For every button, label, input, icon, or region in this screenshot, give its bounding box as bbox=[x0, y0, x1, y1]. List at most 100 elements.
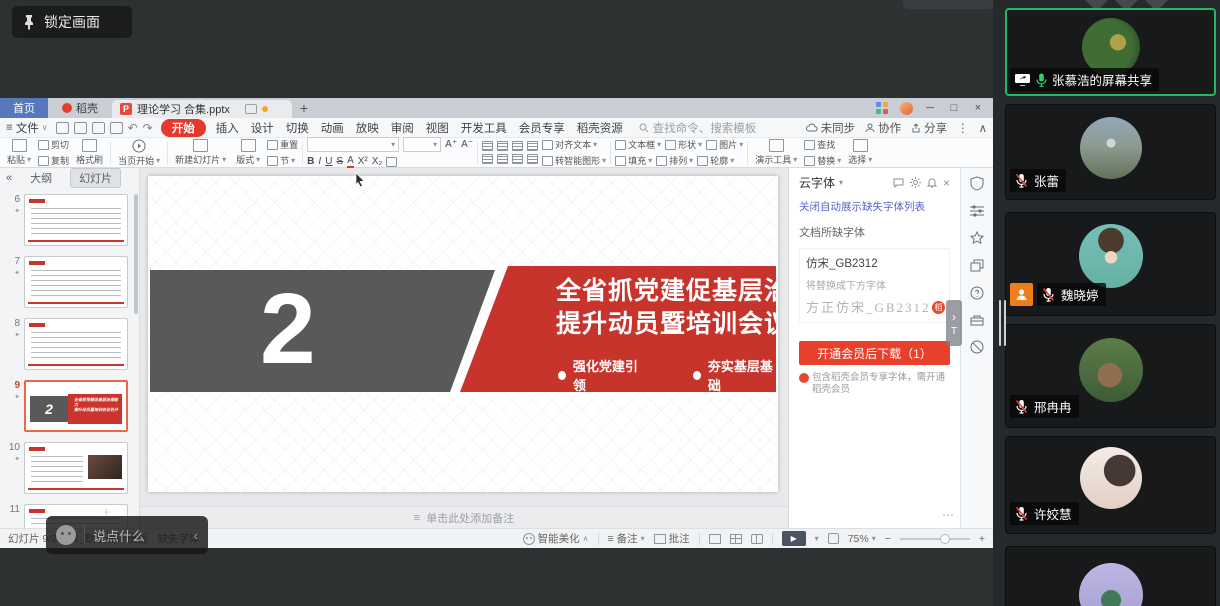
zoom-in-button[interactable]: + bbox=[979, 533, 985, 545]
select-button[interactable]: 选择▾ bbox=[845, 139, 875, 166]
collapse-panel-icon[interactable]: « bbox=[6, 172, 12, 184]
underline-button[interactable]: U bbox=[325, 156, 332, 167]
outline-button[interactable]: 轮廓▾ bbox=[697, 154, 734, 167]
slide-thumbnail-10[interactable]: 10✦ bbox=[4, 442, 129, 494]
apps-grid-icon[interactable] bbox=[871, 99, 893, 117]
shield-icon[interactable] bbox=[970, 176, 984, 191]
find-button[interactable]: 查找 bbox=[804, 138, 841, 151]
decrease-font-button[interactable]: A⁻ bbox=[461, 139, 473, 150]
font-color-button[interactable]: A bbox=[347, 155, 354, 168]
textbox-button[interactable]: 文本框▾ bbox=[615, 138, 661, 151]
align-center-icon[interactable] bbox=[497, 154, 508, 164]
zoom-out-button[interactable]: − bbox=[885, 533, 891, 545]
align-text-button[interactable]: 对齐文本▾ bbox=[542, 138, 606, 151]
toolbox-icon[interactable] bbox=[970, 314, 984, 326]
slideshow-play-button[interactable]: ▶ bbox=[782, 531, 806, 546]
format-painter-button[interactable]: 格式刷 bbox=[73, 139, 106, 166]
file-menu[interactable]: ≡ 文件 ∨ bbox=[6, 120, 48, 136]
smart-graphic-button[interactable]: 转智能图形▾ bbox=[542, 154, 606, 167]
new-slide-button[interactable]: 新建幻灯片▾ bbox=[172, 139, 229, 166]
slide-thumbnail-6[interactable]: 6✦ bbox=[4, 194, 129, 246]
replace-button[interactable]: 替换▾ bbox=[804, 154, 841, 167]
tab-slides[interactable]: 幻灯片 bbox=[70, 168, 121, 188]
panel-more-icon[interactable]: ⋯ bbox=[942, 508, 954, 522]
participant-tile[interactable]: 张蕾 bbox=[1005, 104, 1216, 200]
slide-editing-area[interactable]: 2 全省抓党建促基层治理能力 提升动员暨培训会议召开 强化党建引领 夯实基层基础 bbox=[148, 176, 778, 492]
participant-tile-sharer[interactable]: 张慕浩的屏幕共享 bbox=[1005, 8, 1216, 96]
tab-outline[interactable]: 大纲 bbox=[22, 169, 60, 187]
layers-icon[interactable] bbox=[970, 259, 984, 272]
slide-thumbnail-9-selected[interactable]: 9✦ 2 全省抓党建促基层治理能力提升动员暨培训会议召开 bbox=[4, 380, 129, 432]
print-preview-icon[interactable] bbox=[110, 122, 123, 134]
panel-expand-handle[interactable]: › T bbox=[946, 300, 962, 346]
sliders-icon[interactable] bbox=[970, 205, 984, 217]
tab-home[interactable]: 首页 bbox=[0, 98, 48, 118]
play-from-current-button[interactable]: 当页开始▾ bbox=[115, 139, 163, 167]
menu-tab-insert[interactable]: 插入 bbox=[214, 120, 241, 136]
menu-tab-review[interactable]: 审阅 bbox=[389, 120, 416, 136]
section-button[interactable]: 节▾ bbox=[267, 154, 298, 167]
fit-slide-icon[interactable] bbox=[828, 533, 839, 544]
highlight-icon[interactable] bbox=[386, 157, 397, 167]
strikethrough-button[interactable]: S bbox=[336, 156, 343, 167]
presentation-tools-button[interactable]: 演示工具▾ bbox=[752, 139, 800, 166]
chat-add-icon[interactable]: + bbox=[102, 504, 111, 521]
share-button[interactable]: 分享 bbox=[911, 120, 947, 136]
close-button[interactable]: × bbox=[967, 99, 989, 117]
bold-button[interactable]: B bbox=[307, 156, 314, 167]
subscript-button[interactable]: X₂ bbox=[372, 156, 383, 167]
picture-button[interactable]: 图片▾ bbox=[706, 138, 743, 151]
layout-button[interactable]: 版式▾ bbox=[233, 139, 263, 166]
reading-view-icon[interactable] bbox=[751, 534, 763, 544]
account-avatar[interactable] bbox=[895, 99, 917, 117]
italic-button[interactable]: I bbox=[318, 156, 321, 167]
notes-bar[interactable]: ≡ 单击此处添加备注 bbox=[140, 506, 788, 528]
chat-collapse-icon[interactable]: ‹ bbox=[194, 528, 198, 543]
align-left-icon[interactable] bbox=[482, 154, 493, 164]
normal-view-icon[interactable] bbox=[709, 534, 721, 544]
new-tab-button[interactable]: + bbox=[292, 98, 316, 118]
more-menu-icon[interactable]: ⋮ bbox=[957, 121, 969, 135]
participant-tile[interactable]: 邢冉冉 bbox=[1005, 324, 1216, 428]
redo-icon[interactable]: ↷ bbox=[143, 121, 153, 135]
slide-thumbnail-7[interactable]: 7✦ bbox=[4, 256, 129, 308]
number-list-icon[interactable] bbox=[497, 141, 508, 151]
emoji-icon[interactable] bbox=[56, 525, 76, 545]
meeting-chat-overlay[interactable]: + 说点什么 ‹ bbox=[46, 516, 208, 554]
menu-tab-transition[interactable]: 切换 bbox=[284, 120, 311, 136]
collapse-ribbon-icon[interactable]: ∧ bbox=[979, 121, 987, 135]
minimize-button[interactable]: ─ bbox=[919, 99, 941, 117]
profile-badge-icon[interactable] bbox=[1010, 283, 1033, 306]
save-icon[interactable] bbox=[56, 122, 69, 134]
feedback-icon[interactable] bbox=[893, 178, 904, 188]
participant-tile[interactable]: 许姣慧 bbox=[1005, 436, 1216, 534]
help-icon[interactable] bbox=[970, 286, 984, 300]
close-panel-icon[interactable]: × bbox=[943, 176, 950, 190]
disable-autoshow-link[interactable]: 关闭自动展示缺失字体列表 bbox=[799, 199, 950, 214]
reset-button[interactable]: 重置 bbox=[267, 138, 298, 151]
tab-docer[interactable]: 稻壳 bbox=[48, 98, 112, 118]
comments-button[interactable]: 批注 bbox=[654, 531, 690, 546]
participant-tile[interactable]: 魏晓婷 bbox=[1005, 212, 1216, 316]
panel-caret-icon[interactable]: ▾ bbox=[839, 178, 843, 187]
notes-toggle-button[interactable]: ≡备注▾ bbox=[608, 531, 645, 546]
tab-document[interactable]: P 理论学习 合集.pptx bbox=[112, 100, 292, 118]
slide-thumbnail-8[interactable]: 8✦ bbox=[4, 318, 129, 370]
chat-input-placeholder[interactable]: 说点什么 bbox=[93, 526, 186, 545]
play-options-caret[interactable]: ▾ bbox=[815, 534, 819, 543]
output-icon[interactable] bbox=[74, 122, 87, 134]
download-after-member-button[interactable]: 开通会员后下载（1） bbox=[799, 341, 950, 365]
font-family-combo[interactable]: ▾ bbox=[307, 137, 399, 152]
zoom-slider[interactable] bbox=[900, 538, 970, 540]
slide-canvas[interactable]: 2 全省抓党建促基层治理能力 提升动员暨培训会议召开 强化党建引领 夯实基层基础… bbox=[140, 168, 788, 528]
indent-decrease-icon[interactable] bbox=[512, 141, 523, 151]
zoom-slider-knob[interactable] bbox=[940, 534, 950, 544]
lock-screen-button[interactable]: 锁定画面 bbox=[12, 6, 132, 38]
undo-icon[interactable]: ↶ bbox=[128, 121, 138, 135]
sync-status[interactable]: 未同步 bbox=[806, 120, 856, 136]
menu-tab-design[interactable]: 设计 bbox=[249, 120, 276, 136]
thumbnail-scrollbar[interactable] bbox=[134, 194, 138, 314]
fill-button[interactable]: 填充▾ bbox=[615, 154, 652, 167]
align-right-icon[interactable] bbox=[512, 154, 523, 164]
missing-font-card[interactable]: 仿宋_GB2312 将替换成下方字体 方正仿宋_GB2312 稻 bbox=[799, 248, 950, 323]
